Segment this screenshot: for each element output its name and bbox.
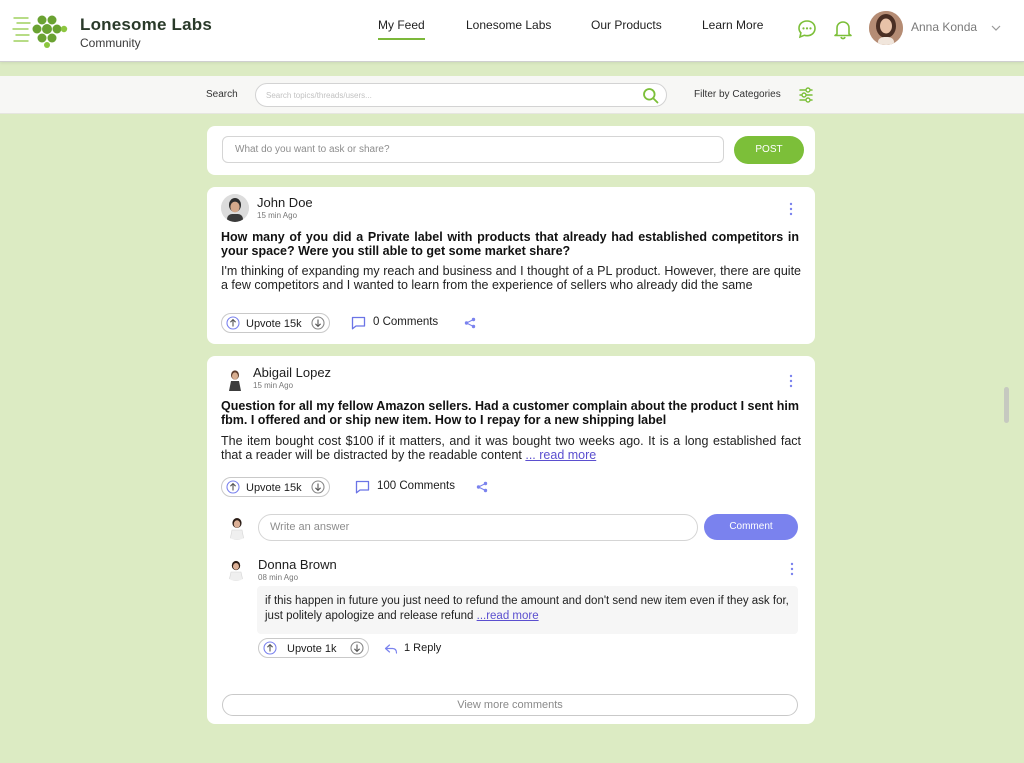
chat-icon[interactable]	[796, 18, 818, 40]
upvote-arrow-icon[interactable]	[263, 641, 277, 655]
filter-categories-label[interactable]: Filter by Categories	[694, 89, 781, 100]
upvote-button[interactable]: Upvote 15k	[221, 477, 330, 497]
reply-upvote-count: Upvote 1k	[287, 643, 337, 655]
search-label: Search	[206, 89, 238, 100]
search-icon[interactable]	[642, 87, 659, 104]
upvote-count: Upvote 15k	[246, 318, 302, 330]
search-bar: Search Filter by Categories	[0, 76, 1024, 114]
author-avatar[interactable]	[221, 194, 249, 222]
reply-author-avatar-image	[224, 557, 248, 581]
scrollbar-thumb[interactable]	[1004, 387, 1009, 423]
current-user-avatar-image	[224, 514, 250, 540]
brand-title: Lonesome Labs	[80, 15, 213, 34]
author-avatar-image	[221, 365, 249, 393]
chevron-down-icon[interactable]	[991, 24, 1001, 32]
post-button[interactable]: POST	[734, 136, 804, 164]
reply-author-avatar[interactable]	[224, 557, 248, 581]
author-avatar[interactable]	[221, 365, 249, 393]
upvote-button[interactable]: Upvote 15k	[221, 313, 330, 333]
comment-icon[interactable]	[351, 316, 366, 330]
reply-read-more-link[interactable]: ...read more	[477, 610, 539, 622]
downvote-arrow-icon[interactable]	[350, 641, 364, 655]
current-user-avatar	[224, 514, 250, 540]
reply-count[interactable]: 1 Reply	[404, 642, 441, 654]
comment-icon[interactable]	[355, 480, 370, 494]
upvote-arrow-icon[interactable]	[226, 316, 240, 330]
author-avatar-image	[221, 194, 249, 222]
bell-icon[interactable]	[832, 18, 854, 40]
downvote-arrow-icon[interactable]	[311, 316, 325, 330]
nav-my-feed[interactable]: My Feed	[378, 18, 425, 40]
more-options-icon[interactable]	[788, 374, 794, 388]
top-header: Lonesome Labs Community My Feed Lonesome…	[0, 0, 1024, 62]
nav-lonesome-labs[interactable]: Lonesome Labs	[466, 18, 551, 32]
user-name[interactable]: Anna Konda	[911, 20, 977, 34]
ask-input[interactable]: What do you want to ask or share?	[222, 136, 724, 163]
share-icon[interactable]	[476, 481, 488, 493]
more-options-icon[interactable]	[788, 202, 794, 216]
brand-subtitle: Community	[80, 36, 141, 50]
reply-upvote-button[interactable]: Upvote 1k	[258, 638, 369, 658]
reply-author-name[interactable]: Donna Brown	[258, 557, 337, 572]
brand[interactable]: Lonesome Labs Community	[80, 15, 212, 50]
post-body-text: The item bought cost $100 if it matters,…	[221, 434, 801, 462]
nav-learn-more[interactable]: Learn More	[702, 18, 763, 32]
search-input[interactable]	[266, 87, 626, 103]
comments-count[interactable]: 100 Comments	[377, 480, 455, 492]
post-author-name[interactable]: John Doe	[257, 195, 313, 210]
reply-more-options-icon[interactable]	[789, 562, 795, 576]
post-title[interactable]: How many of you did a Private label with…	[221, 230, 799, 258]
user-avatar[interactable]	[869, 11, 903, 45]
post-timestamp: 15 min Ago	[257, 211, 298, 220]
nav-our-products[interactable]: Our Products	[591, 18, 662, 32]
reply-text: if this happen in future you just need t…	[257, 586, 798, 634]
share-icon[interactable]	[464, 317, 476, 329]
composer-card: What do you want to ask or share? POST	[207, 126, 815, 175]
post-card: John Doe 15 min Ago How many of you did …	[207, 187, 815, 344]
reply-arrow-icon[interactable]	[384, 643, 398, 655]
filter-sliders-icon[interactable]	[799, 87, 813, 103]
reply-timestamp: 08 min Ago	[258, 573, 299, 582]
upvote-arrow-icon[interactable]	[226, 480, 240, 494]
downvote-arrow-icon[interactable]	[311, 480, 325, 494]
post-body: The item bought cost $100 if it matters,…	[221, 434, 801, 462]
answer-input[interactable]: Write an answer	[258, 514, 698, 541]
post-title[interactable]: Question for all my fellow Amazon seller…	[221, 399, 799, 427]
read-more-link[interactable]: ... read more	[525, 448, 596, 462]
comments-count[interactable]: 0 Comments	[373, 316, 438, 328]
post-body: I'm thinking of expanding my reach and b…	[221, 264, 801, 292]
user-avatar-image	[869, 11, 903, 45]
comment-button[interactable]: Comment	[704, 514, 798, 540]
upvote-count: Upvote 15k	[246, 482, 302, 494]
lonesome-labs-logo-icon[interactable]	[12, 10, 74, 52]
search-box[interactable]	[255, 83, 667, 107]
post-card: Abigail Lopez 15 min Ago Question for al…	[207, 356, 815, 724]
post-timestamp: 15 min Ago	[253, 381, 294, 390]
view-more-comments-button[interactable]: View more comments	[222, 694, 798, 716]
post-author-name[interactable]: Abigail Lopez	[253, 365, 331, 380]
